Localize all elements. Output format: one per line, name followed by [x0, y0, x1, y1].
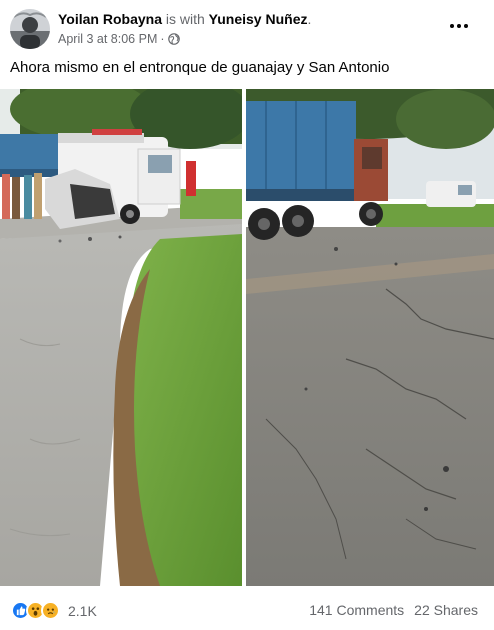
shares-count[interactable]: 22 Shares	[414, 602, 478, 618]
more-options-icon[interactable]	[444, 14, 474, 38]
tagged-name[interactable]: Yuneisy Nuñez	[209, 11, 308, 27]
globe-icon[interactable]	[167, 33, 180, 45]
tagged-suffix: .	[307, 11, 312, 27]
truck-road-photo[interactable]	[246, 89, 494, 586]
post-footer: 2.1K 141 Comments 22 Shares	[0, 588, 494, 630]
reaction-count: 2.1K	[68, 602, 97, 619]
post-header: Yoilan Robayna is with Yuneisy Nuñez. Ap…	[0, 0, 494, 56]
comments-count[interactable]: 141 Comments	[309, 602, 404, 618]
more-dot-icon	[450, 24, 454, 28]
with-text: is with	[165, 11, 205, 27]
sad-icon	[41, 601, 60, 620]
reactions-summary[interactable]: 2.1K	[11, 601, 97, 620]
post-date[interactable]: April 3 at 8:06 PM	[58, 32, 157, 46]
more-dot-icon	[464, 24, 468, 28]
accident-van-photo[interactable]	[0, 89, 242, 586]
post-meta: April 3 at 8:06 PM ·	[58, 32, 180, 46]
author-name[interactable]: Yoilan Robayna	[58, 11, 162, 27]
meta-separator: ·	[160, 32, 165, 46]
engagement-counts: 141 Comments 22 Shares	[309, 602, 478, 618]
post-card: Yoilan Robayna is with Yuneisy Nuñez. Ap…	[0, 0, 494, 630]
post-text: Ahora mismo en el entronque de guanajay …	[10, 59, 390, 76]
more-dot-icon	[457, 24, 461, 28]
author-avatar[interactable]	[10, 9, 50, 49]
author-line: Yoilan Robayna is with Yuneisy Nuñez.	[58, 11, 311, 27]
